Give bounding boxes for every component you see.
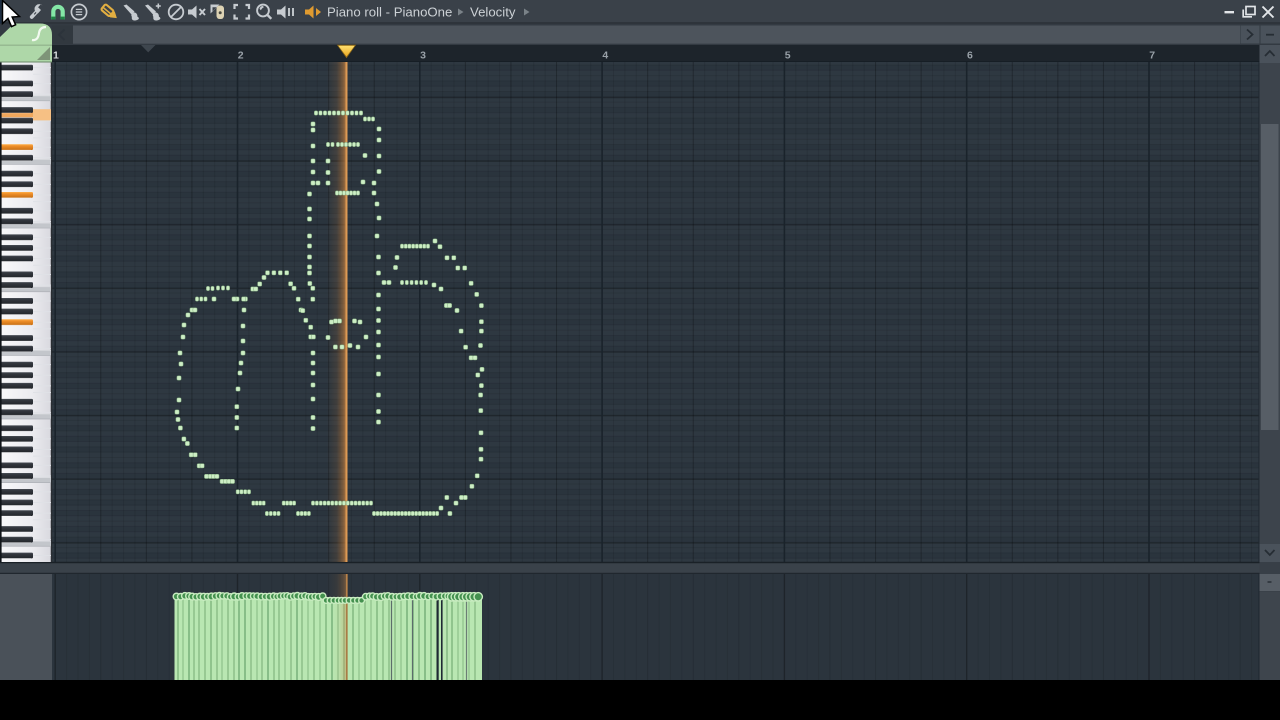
svg-text:3: 3	[420, 50, 426, 62]
svg-text:1: 1	[53, 50, 59, 62]
svg-text:2: 2	[238, 50, 244, 62]
svg-text:Piano roll - PianoOne: Piano roll - PianoOne	[327, 5, 452, 20]
svg-text:7: 7	[1149, 50, 1155, 62]
svg-text:4: 4	[602, 50, 608, 62]
svg-text:6: 6	[967, 50, 973, 62]
svg-text:5: 5	[785, 50, 791, 62]
svg-text:Velocity: Velocity	[470, 5, 516, 20]
